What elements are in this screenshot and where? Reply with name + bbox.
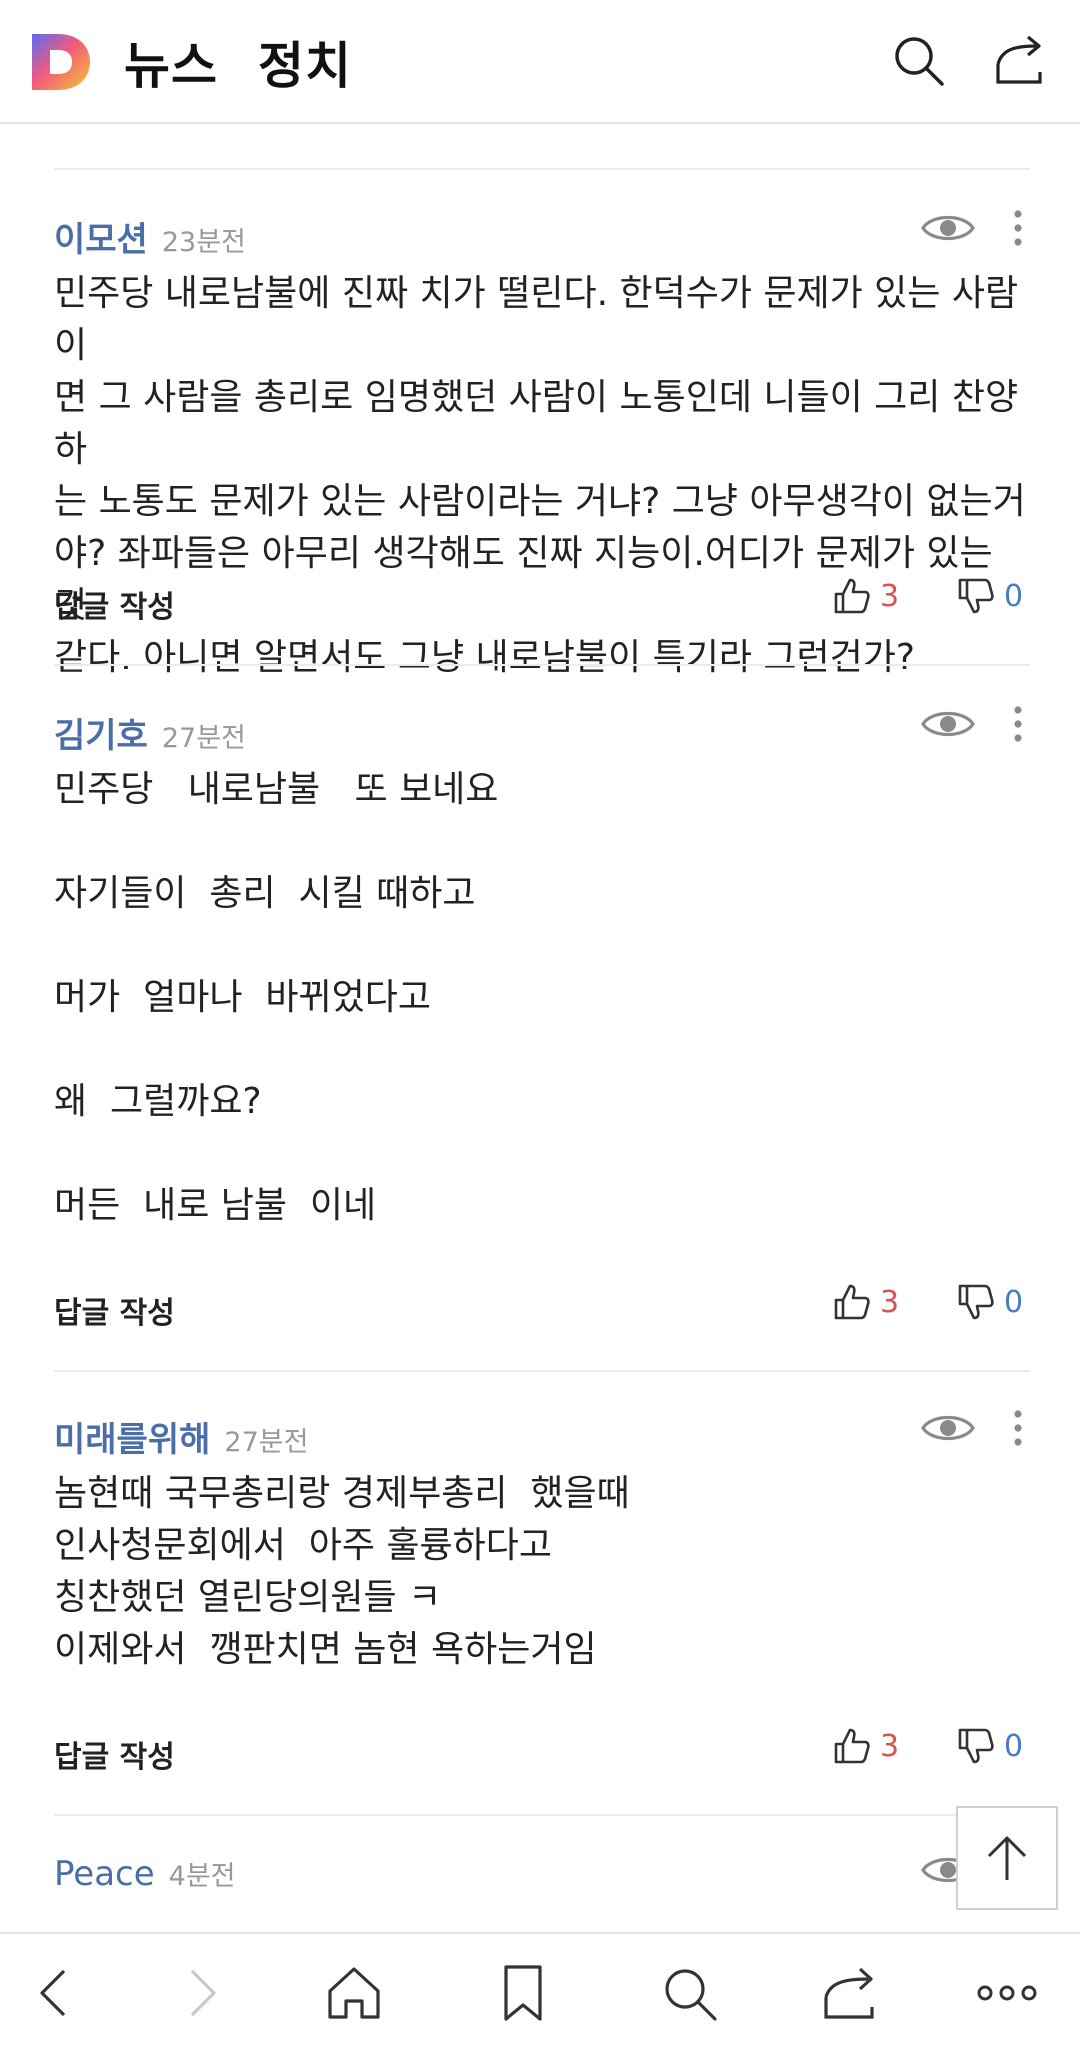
dislike-count: 0: [1004, 1728, 1024, 1764]
more-options-icon[interactable]: [1010, 702, 1026, 746]
divider: [54, 1370, 1030, 1372]
like-button[interactable]: 3: [832, 576, 899, 616]
thumbs-up-icon: [834, 1284, 870, 1320]
forward-button[interactable]: [166, 1960, 236, 2026]
dislike-count: 0: [1004, 1284, 1024, 1320]
comment-author[interactable]: 미래를위해 27분전: [54, 1412, 308, 1461]
bottom-navigation: [0, 1932, 1080, 2051]
comment-author[interactable]: 김기호 27분전: [54, 708, 246, 757]
comment-item: Peace 4분전: [54, 1848, 1030, 1908]
comment-list: 이모션 23분전 민주당 내로남불에 진짜 치가 떨린다. 한덕수가 문제가 있는…: [0, 124, 1080, 1932]
search-icon: [665, 1969, 717, 2021]
app-header: 뉴스 정치: [0, 0, 1080, 124]
eye-icon[interactable]: [920, 1406, 976, 1450]
reply-button[interactable]: 답글 작성: [54, 1288, 175, 1332]
page-title: 뉴스 정치: [124, 26, 352, 98]
dislike-count: 0: [1004, 578, 1024, 614]
comment-meta: 이모션 23분전: [54, 206, 1030, 266]
comment-time: 23분전: [161, 227, 246, 258]
comment-meta: 김기호 27분전: [54, 702, 1030, 762]
divider: [54, 1814, 1030, 1816]
comment-meta: 미래를위해 27분전: [54, 1406, 1030, 1466]
more-icon: [977, 1985, 1037, 2001]
back-button[interactable]: [20, 1960, 90, 2026]
comment-author[interactable]: Peace 4분전: [54, 1854, 236, 1894]
comment-time: 27분전: [161, 723, 246, 754]
bookmark-icon: [504, 1965, 542, 2021]
comment-time: 4분전: [168, 1861, 236, 1892]
thumbs-up-icon: [834, 578, 870, 614]
app-name: 뉴스: [124, 37, 218, 95]
bookmark-button[interactable]: [488, 1960, 558, 2026]
search-button[interactable]: [886, 28, 950, 92]
dislike-button[interactable]: 0: [956, 576, 1023, 616]
comment-item: 미래를위해 27분전 놈현때 국무총리랑 경제부총리 했을때 인사청문회에서 아주…: [54, 1406, 1030, 1676]
like-count: 3: [880, 578, 900, 614]
eye-icon[interactable]: [920, 206, 976, 250]
like-count: 3: [880, 1728, 900, 1764]
share-button[interactable]: [815, 1960, 885, 2026]
thumbs-down-icon: [958, 1728, 994, 1764]
search-button[interactable]: [654, 1960, 724, 2026]
share-icon: [996, 35, 1042, 84]
like-button[interactable]: 3: [832, 1282, 899, 1322]
divider: [54, 664, 1030, 666]
comment-item: 김기호 27분전 민주당 내로남불 또 보네요 자기들이 총리 시킬 때하고 머가…: [54, 702, 1030, 1232]
home-button[interactable]: [319, 1960, 389, 2026]
section-name[interactable]: 정치: [258, 37, 352, 95]
dislike-button[interactable]: 0: [956, 1726, 1023, 1766]
forward-icon: [190, 1969, 216, 2017]
thumbs-up-icon: [834, 1728, 870, 1764]
reply-button[interactable]: 답글 작성: [54, 582, 175, 626]
share-button[interactable]: [988, 28, 1052, 92]
eye-icon[interactable]: [920, 702, 976, 746]
thumbs-down-icon: [958, 1284, 994, 1320]
daum-logo-icon[interactable]: [28, 30, 92, 94]
back-icon: [40, 1969, 66, 2017]
like-button[interactable]: 3: [832, 1726, 899, 1766]
home-icon: [328, 1967, 380, 2019]
comment-author[interactable]: 이모션 23분전: [54, 212, 246, 261]
search-icon: [895, 37, 944, 86]
share-icon: [824, 1967, 874, 2019]
thumbs-down-icon: [958, 578, 994, 614]
more-button[interactable]: [972, 1960, 1042, 2026]
divider: [54, 168, 1030, 170]
arrow-up-icon: [987, 1836, 1027, 1880]
dislike-button[interactable]: 0: [956, 1282, 1023, 1322]
comment-text: 민주당 내로남불 또 보네요 자기들이 총리 시킬 때하고 머가 얼마나 바뀌었…: [54, 769, 499, 1226]
comment-meta: Peace 4분전: [54, 1848, 1030, 1908]
comment-text: 놈현때 국무총리랑 경제부총리 했을때 인사청문회에서 아주 훌륭하다고 칭찬했…: [54, 1473, 630, 1670]
more-options-icon[interactable]: [1010, 1406, 1026, 1450]
more-options-icon[interactable]: [1010, 206, 1026, 250]
reply-button[interactable]: 답글 작성: [54, 1732, 175, 1776]
scroll-to-top-button[interactable]: [956, 1806, 1058, 1910]
comment-time: 27분전: [224, 1427, 309, 1458]
like-count: 3: [880, 1284, 900, 1320]
